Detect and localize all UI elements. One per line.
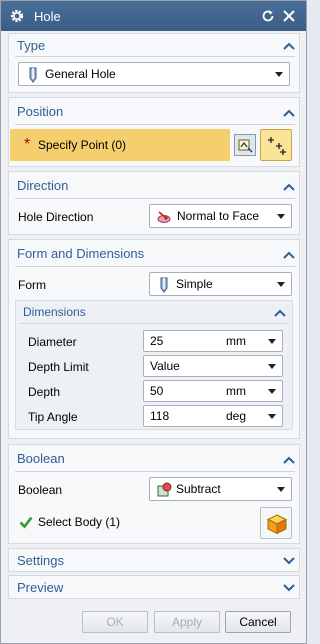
depth-limit-value: Value [150,359,180,373]
normal-to-face-icon [157,211,171,223]
check-icon [19,516,33,529]
dimensions-subsection-title[interactable]: Dimensions [23,305,86,319]
depth-label: Depth [28,385,61,399]
position-section-title[interactable]: Position [17,104,63,119]
apply-button[interactable]: Apply [154,611,220,633]
boolean-select[interactable]: Subtract [149,477,292,501]
form-label: Form [18,278,46,292]
subtract-icon [157,482,172,497]
direction-section-title[interactable]: Direction [17,178,68,193]
boolean-value: Subtract [176,482,221,496]
chevron-up-icon[interactable] [283,108,295,118]
simple-hole-icon [160,277,168,293]
settings-section[interactable]: Settings [8,548,300,572]
tip-angle-unit: deg [226,409,247,423]
tip-angle-value: 118 [150,409,170,423]
hole-dialog: Hole Type General Hole Position * Specif… [0,0,307,644]
position-section: Position * Specify Point (0) [8,97,300,167]
diameter-value: 25 [150,334,164,348]
form-dimensions-section-title[interactable]: Form and Dimensions [17,246,144,261]
boolean-section: Boolean Boolean Subtract Select Body (1) [8,444,300,544]
type-section-title[interactable]: Type [17,38,45,53]
boolean-section-title[interactable]: Boolean [17,451,65,466]
form-select[interactable]: Simple [149,272,292,296]
select-body-label[interactable]: Select Body (1) [38,515,120,529]
chevron-down-icon [277,214,285,219]
depth-field[interactable]: 50 mm [143,380,283,402]
solid-body-icon [266,514,288,535]
chevron-down-icon [277,487,285,492]
dimensions-subsection: Dimensions Diameter 25 mm Depth Limit Va… [15,300,293,430]
settings-section-title[interactable]: Settings [17,553,64,568]
sketch-section-button[interactable] [234,134,256,156]
form-dimensions-section: Form and Dimensions Form Simple Dimensio… [8,239,300,439]
preview-section[interactable]: Preview [8,575,300,599]
reset-icon[interactable] [260,8,276,24]
specify-point-row[interactable]: * Specify Point (0) [10,129,230,161]
dialog-footer: OK Apply Cancel [1,603,306,643]
chevron-down-icon [277,282,285,287]
point-dialog-icon [268,137,286,155]
chevron-down-icon[interactable] [283,583,295,593]
title-bar: Hole [1,1,306,31]
required-marker: * [24,136,31,153]
depth-unit: mm [226,384,246,398]
chevron-up-icon[interactable] [283,182,295,192]
type-section: Type General Hole [8,33,300,93]
preview-section-title[interactable]: Preview [17,580,63,595]
tip-angle-label: Tip Angle [28,410,78,424]
hole-type-select[interactable]: General Hole [18,62,290,86]
chevron-up-icon[interactable] [283,250,295,260]
form-value: Simple [176,277,213,291]
chevron-down-icon[interactable] [283,556,295,566]
point-dialog-button[interactable] [260,129,292,161]
chevron-down-icon [268,414,276,419]
depth-limit-label: Depth Limit [28,360,89,374]
boolean-label: Boolean [18,483,63,497]
depth-value: 50 [150,384,164,398]
diameter-field[interactable]: 25 mm [143,330,283,352]
ok-button[interactable]: OK [82,611,148,633]
hole-icon [29,67,37,83]
chevron-down-icon [268,339,276,344]
cancel-button[interactable]: Cancel [225,611,291,633]
chevron-up-icon[interactable] [283,41,295,51]
sketch-section-icon [238,139,253,153]
chevron-down-icon [268,389,276,394]
chevron-up-icon[interactable] [283,455,295,465]
chevron-up-icon[interactable] [274,308,286,318]
close-icon[interactable] [281,8,297,24]
diameter-unit: mm [226,334,246,348]
tip-angle-field[interactable]: 118 deg [143,405,283,427]
select-body-button[interactable] [260,507,292,539]
dialog-title: Hole [34,9,61,24]
chevron-down-icon [268,364,276,369]
hole-type-value: General Hole [45,67,116,81]
hole-direction-value: Normal to Face [177,209,260,223]
specify-point-label: Specify Point (0) [38,138,127,152]
hole-direction-label: Hole Direction [18,210,94,224]
gear-icon [10,9,24,23]
chevron-down-icon [275,72,283,77]
hole-direction-select[interactable]: Normal to Face [149,204,292,228]
diameter-label: Diameter [28,335,77,349]
depth-limit-select[interactable]: Value [143,355,283,377]
direction-section: Direction Hole Direction Normal to Face [8,171,300,235]
